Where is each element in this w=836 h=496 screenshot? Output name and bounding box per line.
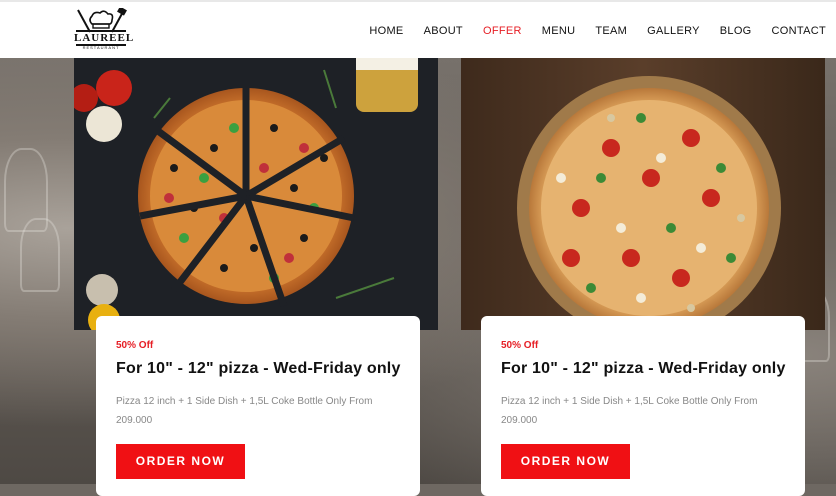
- site-header: LAUREEL RESTAURANT HOME ABOUT OFFER MENU…: [0, 0, 836, 58]
- nav-team[interactable]: TEAM: [595, 25, 627, 37]
- nav-blog[interactable]: BLOG: [720, 25, 752, 37]
- offer-title: For 10" - 12" pizza - Wed-Friday only: [501, 360, 786, 377]
- glass-shape: [20, 218, 60, 292]
- brand-subtitle: RESTAURANT: [82, 45, 120, 50]
- offer-description: Pizza 12 inch + 1 Side Dish + 1,5L Coke …: [501, 396, 758, 426]
- order-now-button[interactable]: ORDER NOW: [501, 444, 630, 479]
- discount-badge: 50% Off: [501, 340, 539, 351]
- offer-description: Pizza 12 inch + 1 Side Dish + 1,5L Coke …: [116, 396, 373, 426]
- nav-home[interactable]: HOME: [369, 25, 403, 37]
- nav-offer[interactable]: OFFER: [483, 25, 522, 37]
- offer-card: 50% Off For 10" - 12" pizza - Wed-Friday…: [96, 316, 420, 496]
- offer-card: 50% Off For 10" - 12" pizza - Wed-Friday…: [481, 316, 805, 496]
- nav-about[interactable]: ABOUT: [424, 25, 463, 37]
- pizza-image: [461, 58, 825, 330]
- brand-name: LAUREEL: [74, 32, 135, 44]
- nav-menu[interactable]: MENU: [542, 25, 576, 37]
- nav-contact[interactable]: CONTACT: [772, 25, 826, 37]
- logo[interactable]: LAUREEL RESTAURANT: [74, 8, 135, 56]
- offer-title: For 10" - 12" pizza - Wed-Friday only: [116, 360, 401, 377]
- pizza-photo-sliced: [74, 58, 438, 330]
- order-now-button[interactable]: ORDER NOW: [116, 444, 245, 479]
- main-nav: HOME ABOUT OFFER MENU TEAM GALLERY BLOG …: [349, 25, 826, 37]
- pizza-photo-whole: [461, 58, 825, 330]
- discount-badge: 50% Off: [116, 340, 154, 351]
- nav-gallery[interactable]: GALLERY: [647, 25, 700, 37]
- pizza-image: [74, 58, 438, 330]
